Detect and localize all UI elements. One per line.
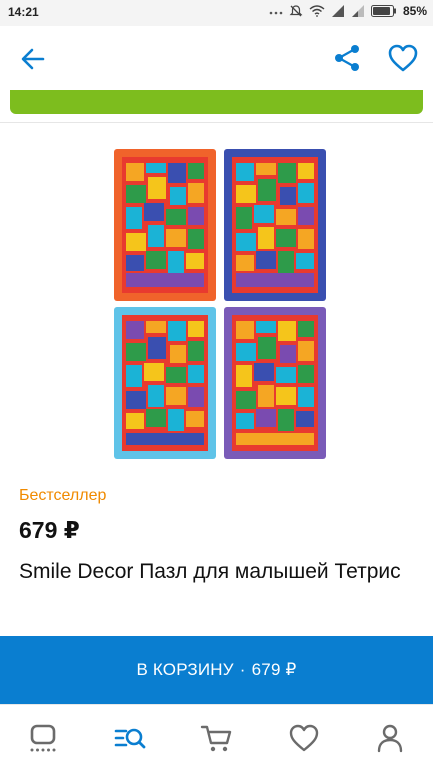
add-to-cart-price: 679 ₽ xyxy=(251,660,297,679)
battery-percent: 85% xyxy=(402,4,427,18)
top-app-bar xyxy=(0,26,433,90)
product-title: Smile Decor Пазл для малышей Тетрис xyxy=(19,560,401,583)
bestseller-badge: Бестселлер xyxy=(19,487,107,504)
catalog-search-icon[interactable] xyxy=(113,721,147,755)
divider xyxy=(0,122,433,123)
heart-outline-icon[interactable] xyxy=(387,43,419,73)
add-to-cart-button[interactable]: В КОРЗИНУ · 679 ₽ xyxy=(0,636,433,704)
status-time: 14:21 xyxy=(8,5,39,19)
signal-icon xyxy=(331,5,344,17)
dots-icon xyxy=(269,11,283,15)
add-to-cart-label: В КОРЗИНУ xyxy=(136,660,234,679)
status-bar: 14:21 85% xyxy=(0,0,433,26)
wifi-icon xyxy=(309,5,325,17)
favorites-icon[interactable] xyxy=(287,721,321,755)
profile-icon[interactable] xyxy=(373,721,407,755)
share-icon[interactable] xyxy=(332,43,362,73)
signal-icon xyxy=(351,5,364,17)
battery-icon xyxy=(370,5,396,17)
add-to-cart-separator: · xyxy=(239,660,246,679)
product-price: 679 ₽ xyxy=(19,517,80,543)
product-image[interactable] xyxy=(112,147,328,463)
cart-icon[interactable] xyxy=(200,721,234,755)
mute-icon xyxy=(289,5,303,17)
status-icons: 85% xyxy=(269,4,427,18)
home-icon[interactable] xyxy=(26,721,60,755)
bottom-navigation xyxy=(0,704,433,771)
back-arrow-icon[interactable] xyxy=(18,44,48,74)
promo-banner-strip[interactable] xyxy=(10,90,423,114)
